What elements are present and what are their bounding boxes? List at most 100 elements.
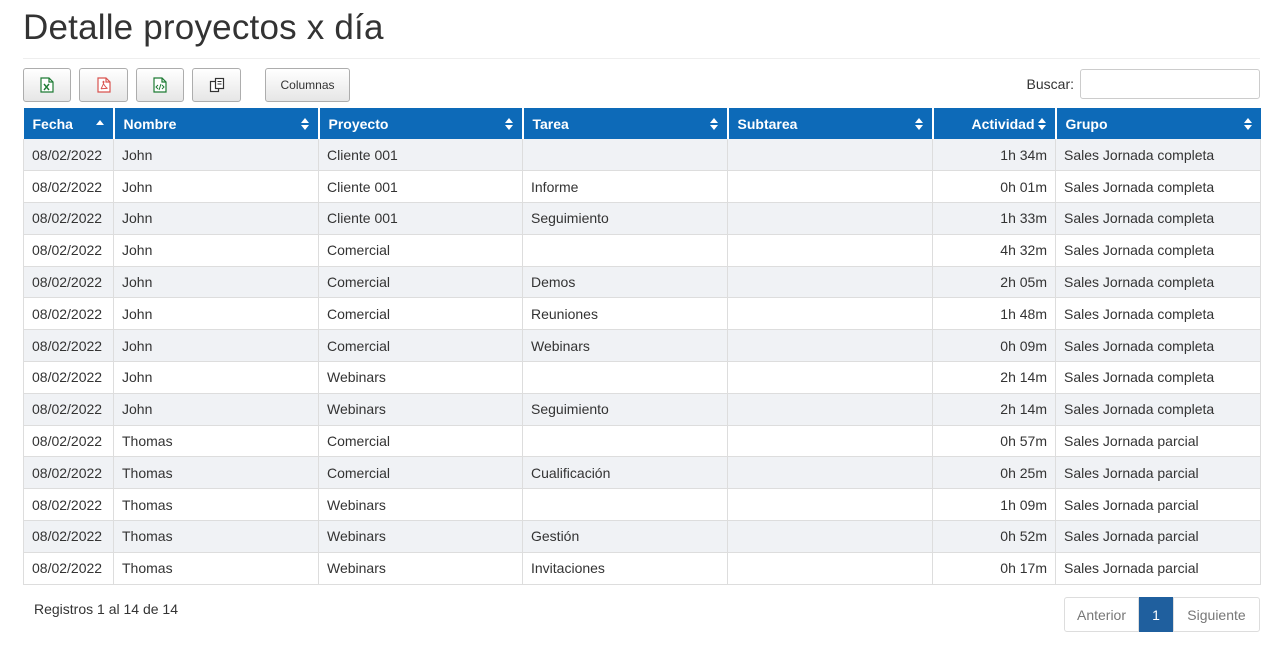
column-header-label: Proyecto: [328, 115, 389, 132]
sort-both-icon: [709, 117, 718, 130]
cell-subtarea: [727, 170, 933, 204]
column-header-fecha[interactable]: Fecha: [23, 108, 115, 139]
cell-subtarea: [727, 234, 933, 267]
cell-nombre: Thomas: [113, 456, 319, 490]
cell-nombre: John: [113, 393, 319, 426]
column-header-proyecto[interactable]: Proyecto: [318, 108, 524, 139]
cell-nombre: John: [113, 139, 319, 172]
cell-grupo: Sales Jornada completa: [1055, 139, 1261, 172]
cell-grupo: Sales Jornada completa: [1055, 393, 1261, 426]
copy-icon: [209, 77, 224, 93]
cell-nombre: John: [113, 170, 319, 204]
cell-grupo: Sales Jornada completa: [1055, 202, 1261, 235]
cell-nombre: Thomas: [113, 520, 319, 553]
sort-both-icon: [504, 117, 513, 130]
column-header-subtarea[interactable]: Subtarea: [727, 108, 934, 139]
column-header-label: Nombre: [123, 115, 177, 132]
cell-proyecto: Webinars: [318, 393, 523, 426]
cell-tarea: Informe: [522, 170, 728, 204]
cell-tarea: Demos: [522, 266, 728, 299]
cell-proyecto: Cliente 001: [318, 139, 523, 172]
cell-fecha: 08/02/2022: [23, 488, 114, 522]
columns-button[interactable]: Columnas: [265, 68, 350, 102]
cell-grupo: Sales Jornada parcial: [1055, 552, 1261, 585]
cell-tarea: Reuniones: [522, 297, 728, 331]
pdf-export-button[interactable]: [79, 68, 128, 102]
cell-proyecto: Comercial: [318, 456, 523, 490]
table-row: 08/02/2022 John Comercial 4h 32m Sales J…: [23, 234, 1261, 267]
cell-tarea: Seguimiento: [522, 202, 728, 235]
table-header-row: Fecha Nombre Proyecto Tarea Subtarea Act…: [23, 108, 1261, 139]
cell-proyecto: Webinars: [318, 552, 523, 585]
cell-nombre: Thomas: [113, 425, 319, 458]
cell-tarea: Gestión: [522, 520, 728, 553]
cell-fecha: 08/02/2022: [23, 425, 114, 458]
table-info: Registros 1 al 14 de 14: [34, 601, 178, 617]
csv-export-button[interactable]: [136, 68, 184, 102]
cell-subtarea: [727, 488, 933, 522]
cell-fecha: 08/02/2022: [23, 297, 114, 331]
cell-actividad: 0h 57m: [932, 425, 1056, 458]
previous-page-button[interactable]: Anterior: [1064, 597, 1139, 632]
cell-proyecto: Webinars: [318, 520, 523, 553]
cell-actividad: 0h 25m: [932, 456, 1056, 490]
cell-nombre: John: [113, 329, 319, 363]
search-label: Buscar:: [1026, 76, 1074, 92]
cell-subtarea: [727, 139, 933, 172]
column-header-nombre[interactable]: Nombre: [113, 108, 320, 139]
cell-subtarea: [727, 456, 933, 490]
search-box: Buscar:: [1027, 69, 1260, 99]
cell-proyecto: Comercial: [318, 234, 523, 267]
cell-grupo: Sales Jornada completa: [1055, 329, 1261, 363]
cell-subtarea: [727, 552, 933, 585]
table-row: 08/02/2022 John Comercial Reuniones 1h 4…: [23, 297, 1261, 331]
sort-both-icon: [914, 117, 923, 130]
projects-table: Fecha Nombre Proyecto Tarea Subtarea Act…: [23, 108, 1261, 585]
cell-subtarea: [727, 425, 933, 458]
column-header-tarea[interactable]: Tarea: [522, 108, 729, 139]
excel-icon: [40, 77, 54, 93]
next-page-button[interactable]: Siguiente: [1173, 597, 1260, 632]
cell-tarea: [522, 425, 728, 458]
cell-actividad: 2h 14m: [932, 393, 1056, 426]
column-header-grupo[interactable]: Grupo: [1055, 108, 1261, 139]
cell-tarea: [522, 234, 728, 267]
cell-proyecto: Cliente 001: [318, 170, 523, 204]
cell-proyecto: Webinars: [318, 488, 523, 522]
table-row: 08/02/2022 Thomas Webinars Invitaciones …: [23, 552, 1261, 585]
column-header-actividad[interactable]: Actividad: [932, 108, 1057, 139]
title-divider: [23, 58, 1260, 59]
cell-actividad: 1h 34m: [932, 139, 1056, 172]
column-header-label: Fecha: [32, 115, 73, 132]
table-row: 08/02/2022 John Comercial Demos 2h 05m S…: [23, 266, 1261, 299]
sort-both-icon: [300, 117, 309, 130]
cell-nombre: Thomas: [113, 488, 319, 522]
cell-proyecto: Comercial: [318, 297, 523, 331]
cell-fecha: 08/02/2022: [23, 552, 114, 585]
cell-proyecto: Comercial: [318, 329, 523, 363]
search-input[interactable]: [1080, 69, 1260, 99]
cell-subtarea: [727, 520, 933, 553]
cell-subtarea: [727, 297, 933, 331]
table-row: 08/02/2022 Thomas Comercial 0h 57m Sales…: [23, 425, 1261, 458]
page-1-button[interactable]: 1: [1139, 597, 1173, 632]
cell-grupo: Sales Jornada completa: [1055, 234, 1261, 267]
column-header-label: Subtarea: [737, 115, 798, 132]
cell-actividad: 1h 48m: [932, 297, 1056, 331]
column-header-label: Tarea: [532, 115, 569, 132]
cell-actividad: 1h 33m: [932, 202, 1056, 235]
pdf-icon: [96, 77, 111, 93]
cell-actividad: 4h 32m: [932, 234, 1056, 267]
cell-fecha: 08/02/2022: [23, 170, 114, 204]
cell-grupo: Sales Jornada completa: [1055, 266, 1261, 299]
cell-fecha: 08/02/2022: [23, 520, 114, 553]
cell-tarea: Webinars: [522, 329, 728, 363]
cell-grupo: Sales Jornada parcial: [1055, 456, 1261, 490]
sort-asc-icon: [95, 119, 104, 125]
cell-actividad: 2h 14m: [932, 361, 1056, 394]
cell-subtarea: [727, 202, 933, 235]
cell-fecha: 08/02/2022: [23, 139, 114, 172]
csv-icon: [153, 77, 167, 93]
copy-button[interactable]: [192, 68, 241, 102]
excel-export-button[interactable]: [23, 68, 71, 102]
